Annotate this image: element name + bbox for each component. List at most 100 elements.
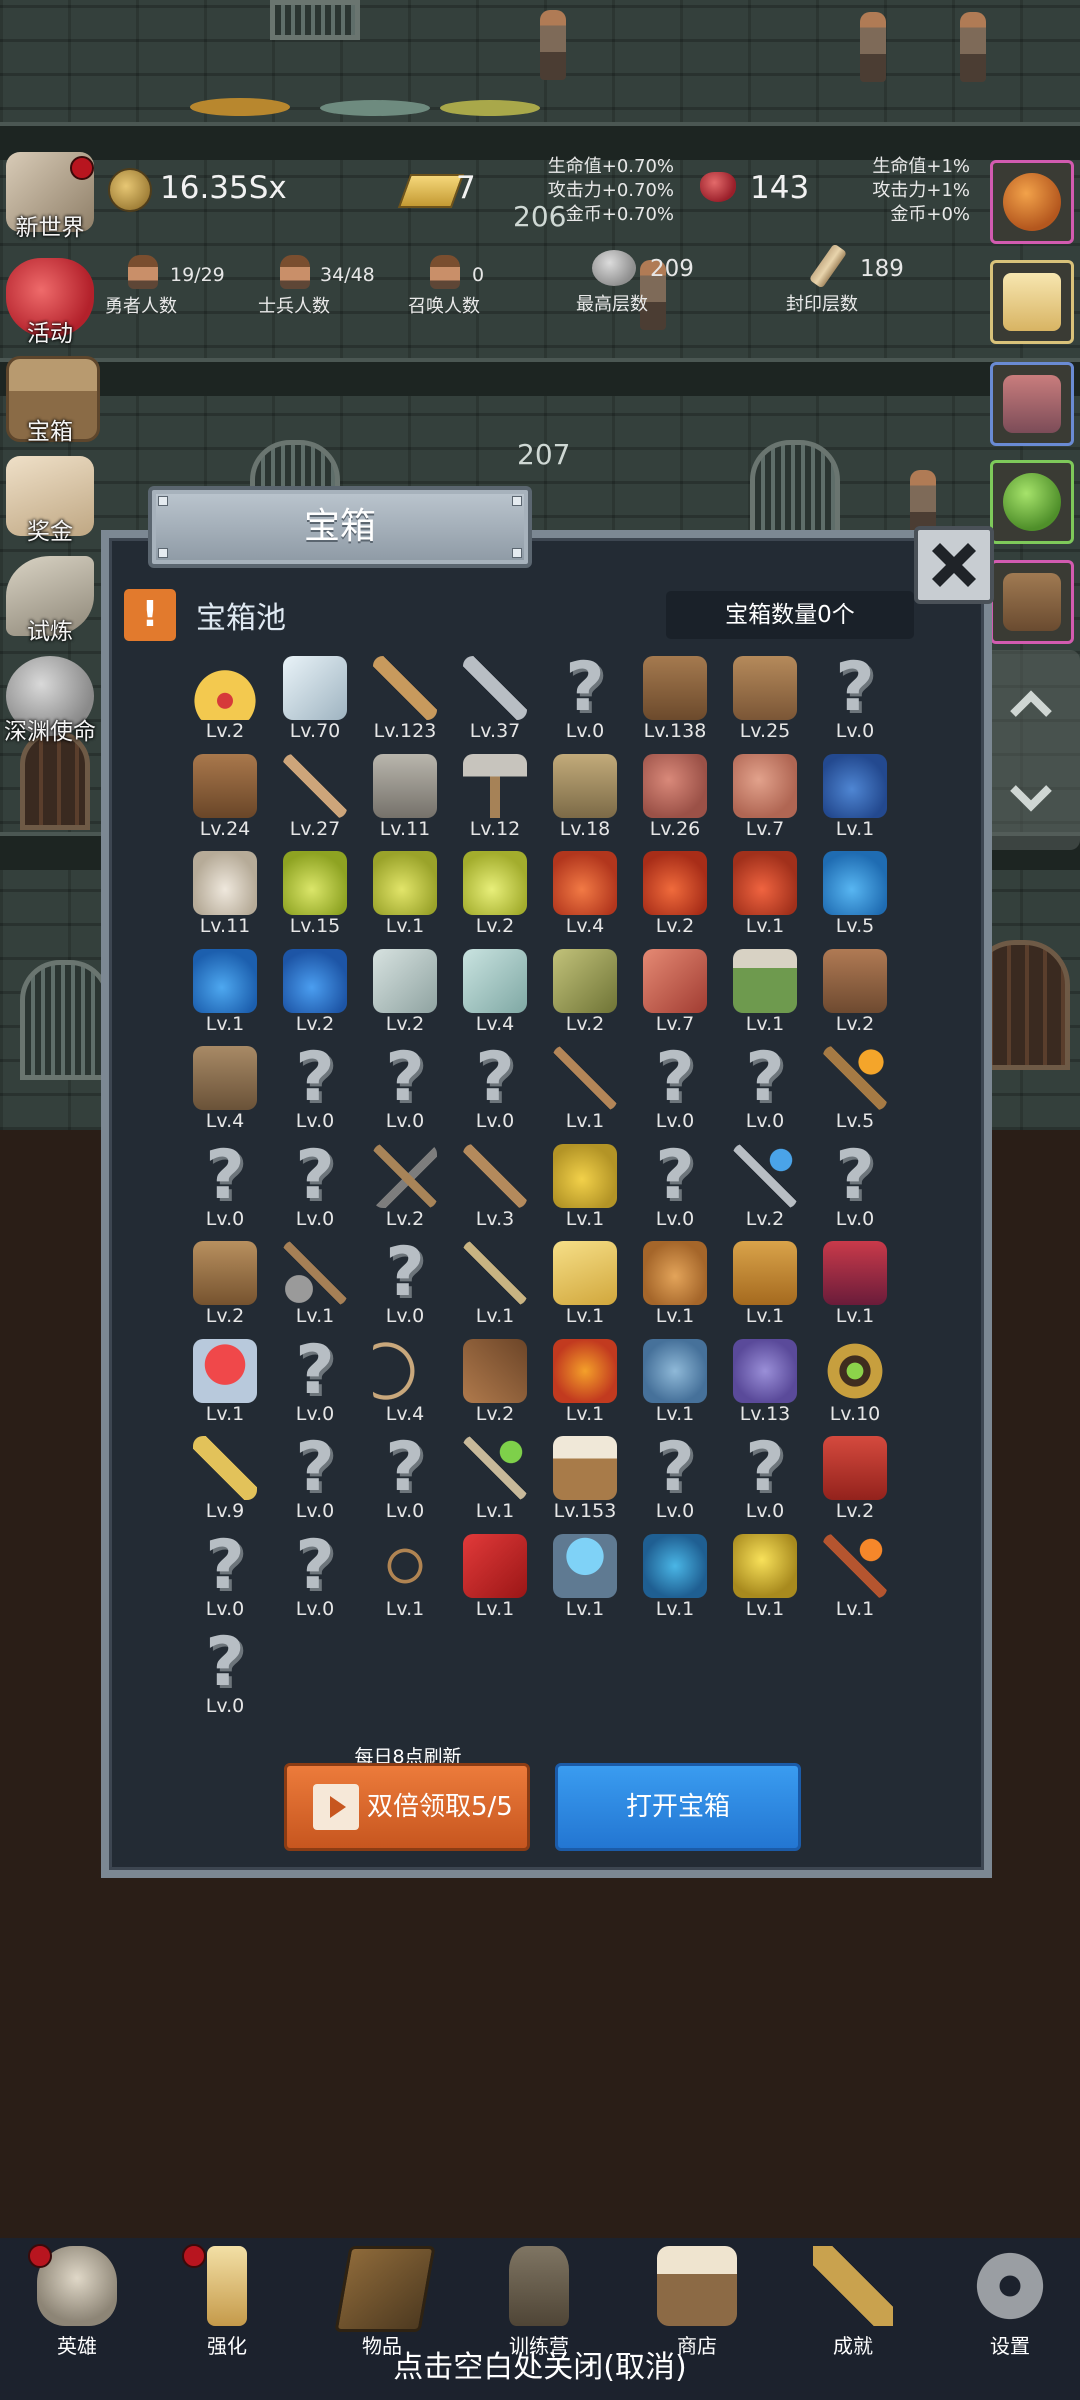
chest-pool-item[interactable]: Lv.24	[180, 748, 270, 846]
chest-pool-item[interactable]: Lv.12	[450, 748, 540, 846]
chest-pool-item[interactable]: Lv.153	[540, 1430, 630, 1528]
sidebar-item-new-world[interactable]: 新世界	[0, 152, 100, 244]
chest-pool-item[interactable]: ? Lv.0	[180, 1528, 270, 1626]
nav-achievements[interactable]: 成就	[776, 2238, 930, 2358]
chest-pool-item[interactable]: Lv.2	[180, 650, 270, 748]
chest-pool-item[interactable]: Lv.1	[270, 1235, 360, 1333]
chest-pool-item[interactable]: Lv.1	[630, 1235, 720, 1333]
chest-pool-item[interactable]: Lv.2	[810, 1430, 900, 1528]
chest-pool-item[interactable]: Lv.1	[540, 1235, 630, 1333]
chest-pool-item[interactable]: Lv.138	[630, 650, 720, 748]
buff-slot[interactable]	[990, 160, 1074, 244]
chest-pool-item[interactable]: ? Lv.0	[720, 1430, 810, 1528]
chest-pool-item[interactable]: ? Lv.0	[450, 1040, 540, 1138]
chest-pool-item[interactable]: Lv.25	[720, 650, 810, 748]
chest-pool-item[interactable]: ? Lv.0	[270, 1333, 360, 1431]
nav-heroes[interactable]: 英雄	[0, 2238, 154, 2358]
chest-pool-item[interactable]: Lv.4	[360, 1333, 450, 1431]
nav-enhance[interactable]: 强化	[150, 2238, 304, 2358]
chest-pool-item[interactable]: Lv.11	[360, 748, 450, 846]
open-chest-button[interactable]: 打开宝箱	[555, 1763, 801, 1851]
chest-pool-item[interactable]: Lv.15	[270, 845, 360, 943]
chest-pool-item[interactable]: Lv.26	[630, 748, 720, 846]
chest-pool-item[interactable]: Lv.11	[180, 845, 270, 943]
chest-pool-item[interactable]: Lv.4	[180, 1040, 270, 1138]
chest-pool-item[interactable]: Lv.37	[450, 650, 540, 748]
chest-pool-item[interactable]: ? Lv.0	[360, 1235, 450, 1333]
chest-pool-item[interactable]: Lv.2	[450, 1333, 540, 1431]
chevron-up-icon[interactable]	[1007, 680, 1055, 728]
sidebar-item-trial[interactable]: 试炼	[0, 556, 100, 648]
sidebar-item-chest[interactable]: 宝箱	[0, 356, 100, 448]
double-claim-button[interactable]: 双倍领取5/5	[284, 1763, 530, 1851]
chest-pool-item[interactable]: Lv.2	[540, 943, 630, 1041]
chest-pool-item[interactable]: Lv.2	[450, 845, 540, 943]
chest-pool-item[interactable]: Lv.10	[810, 1333, 900, 1431]
chest-pool-item[interactable]: Lv.3	[450, 1138, 540, 1236]
chest-pool-item[interactable]: Lv.1	[720, 1235, 810, 1333]
chest-pool-item[interactable]: ? Lv.0	[810, 650, 900, 748]
chest-pool-item[interactable]: Lv.2	[360, 1138, 450, 1236]
buff-slot[interactable]	[990, 260, 1074, 344]
chest-pool-item[interactable]: Lv.1	[450, 1430, 540, 1528]
chest-pool-item[interactable]: ? Lv.0	[360, 1040, 450, 1138]
chest-pool-item[interactable]: ? Lv.0	[180, 1625, 270, 1723]
chest-pool-item[interactable]: Lv.1	[450, 1235, 540, 1333]
chest-pool-item[interactable]: Lv.1	[810, 1528, 900, 1626]
chest-pool-item[interactable]: Lv.70	[270, 650, 360, 748]
chest-pool-item[interactable]: Lv.2	[360, 943, 450, 1041]
chest-pool-item[interactable]: ? Lv.0	[270, 1528, 360, 1626]
chest-pool-item[interactable]: Lv.18	[540, 748, 630, 846]
nav-training-camp[interactable]: 训练营	[462, 2238, 616, 2358]
buff-slot[interactable]	[990, 362, 1074, 446]
chest-pool-item[interactable]: ? Lv.0	[630, 1040, 720, 1138]
chest-pool-item[interactable]: Lv.1	[540, 1333, 630, 1431]
chest-pool-item[interactable]: ? Lv.0	[270, 1040, 360, 1138]
chest-pool-item[interactable]: Lv.1	[630, 1528, 720, 1626]
chest-pool-item[interactable]: Lv.1	[540, 1040, 630, 1138]
chest-pool-item[interactable]: ? Lv.0	[630, 1138, 720, 1236]
chest-pool-item[interactable]: Lv.9	[180, 1430, 270, 1528]
chest-pool-item[interactable]: Lv.2	[270, 943, 360, 1041]
chest-pool-item[interactable]: Lv.1	[180, 1333, 270, 1431]
chest-pool-item[interactable]: Lv.4	[540, 845, 630, 943]
chest-pool-item[interactable]: Lv.1	[540, 1138, 630, 1236]
chest-pool-item[interactable]: ? Lv.0	[270, 1430, 360, 1528]
chest-pool-item[interactable]: Lv.2	[720, 1138, 810, 1236]
chevron-down-icon[interactable]	[1007, 774, 1055, 822]
chest-pool-item[interactable]: Lv.1	[360, 845, 450, 943]
chest-pool-item[interactable]: ? Lv.0	[360, 1430, 450, 1528]
chest-pool-item[interactable]: Lv.7	[630, 943, 720, 1041]
chest-pool-item[interactable]: Lv.1	[810, 748, 900, 846]
chest-pool-item[interactable]: Lv.1	[720, 1528, 810, 1626]
chest-pool-item[interactable]: Lv.13	[720, 1333, 810, 1431]
sidebar-item-abyss-mission[interactable]: 深渊使命	[0, 656, 100, 748]
chest-pool-item[interactable]: Lv.5	[810, 1040, 900, 1138]
buff-slot[interactable]	[990, 460, 1074, 544]
chest-pool-item[interactable]: Lv.2	[180, 1235, 270, 1333]
chest-pool-item[interactable]: Lv.1	[810, 1235, 900, 1333]
chest-pool-item[interactable]: Lv.1	[450, 1528, 540, 1626]
tap-to-close-hint[interactable]: 点击空白处关闭(取消)	[0, 2342, 1080, 2386]
chest-pool-item[interactable]: Lv.1	[720, 943, 810, 1041]
chest-pool-item[interactable]: ? Lv.0	[810, 1138, 900, 1236]
chest-pool-item[interactable]: Lv.1	[180, 943, 270, 1041]
sidebar-item-event[interactable]: 活动	[0, 258, 100, 350]
buff-slot[interactable]	[990, 560, 1074, 644]
nav-items[interactable]: 物品	[305, 2238, 459, 2358]
chest-pool-item[interactable]: Lv.27	[270, 748, 360, 846]
chest-pool-item[interactable]: Lv.1	[540, 1528, 630, 1626]
chest-pool-item[interactable]: Lv.1	[630, 1333, 720, 1431]
close-button[interactable]	[914, 526, 994, 604]
nav-shop[interactable]: 商店	[620, 2238, 774, 2358]
chest-pool-item[interactable]: Lv.1	[720, 845, 810, 943]
chest-pool-item[interactable]: ? Lv.0	[720, 1040, 810, 1138]
nav-settings[interactable]: 设置	[933, 2238, 1080, 2358]
chest-pool-item[interactable]: ? Lv.0	[180, 1138, 270, 1236]
chest-pool-item[interactable]: Lv.5	[810, 845, 900, 943]
chest-pool-item[interactable]: Lv.2	[630, 845, 720, 943]
chest-pool-item[interactable]: Lv.2	[810, 943, 900, 1041]
chest-pool-item[interactable]: ? Lv.0	[540, 650, 630, 748]
sidebar-item-bonus[interactable]: 奖金	[0, 456, 100, 548]
chest-pool-item[interactable]: ? Lv.0	[630, 1430, 720, 1528]
